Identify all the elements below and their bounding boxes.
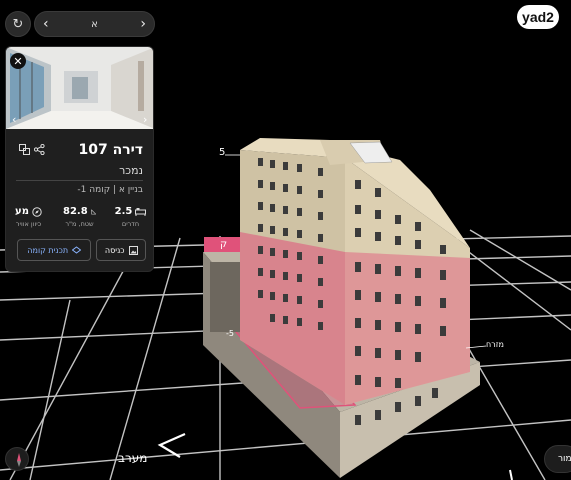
spec-area: 82.8 שטח, מ"ר [63, 206, 96, 234]
share-icon[interactable] [34, 144, 45, 155]
spec-orientation: מע כיוון אוויר [15, 206, 42, 228]
area-icon [90, 208, 96, 214]
compass-button[interactable] [5, 447, 29, 471]
west-direction-label: מערב [118, 451, 148, 465]
chevron-left-icon[interactable]: ‹ [43, 16, 49, 32]
image-icon [128, 245, 138, 255]
save-button[interactable]: שמור [544, 445, 571, 473]
spec-rooms: 2.5 חדרים [114, 206, 147, 234]
apartment-location: בניין א | קומה 1- [77, 185, 143, 195]
close-icon[interactable]: ✕ [10, 53, 26, 69]
building-selector[interactable]: ‹ א › [34, 11, 155, 37]
floor-number-label: 5 [219, 147, 226, 158]
yad2-logo[interactable]: yad2 [517, 5, 559, 29]
compass-needle-icon [17, 453, 21, 467]
rotate-icon: ↻ [12, 16, 24, 32]
bed-icon [135, 208, 147, 216]
chevron-right-icon[interactable]: › [140, 16, 146, 32]
layers-icon [72, 245, 82, 254]
compare-icon[interactable] [19, 144, 30, 155]
apartment-title: דירה 107 [78, 142, 143, 158]
photo-prev-icon[interactable]: ‹ [12, 113, 16, 126]
apartment-photo[interactable] [6, 47, 154, 129]
level-label: -5 [226, 329, 234, 338]
rotate-button[interactable]: ↻ [5, 11, 31, 37]
apartment-card: ✕ ‹ › דירה 107 נמכר בניין א | קומה 1- 2.… [5, 46, 154, 272]
apartment-specs: 2.5 חדרים 82.8 שטח, מ"ר מע כיוון אוויר [12, 206, 147, 234]
card-divider [16, 180, 143, 181]
compass-icon [32, 206, 42, 217]
building-selector-label: א [91, 18, 98, 30]
floorplan-button[interactable]: תכנית קומה [17, 239, 92, 261]
sale-status: נמכר [119, 164, 143, 177]
east-direction-label: מזרח [486, 340, 504, 349]
entrance-button[interactable]: כניסה [96, 239, 146, 261]
tag-label[interactable]: ק [220, 239, 227, 250]
photo-next-icon[interactable]: › [143, 113, 147, 126]
